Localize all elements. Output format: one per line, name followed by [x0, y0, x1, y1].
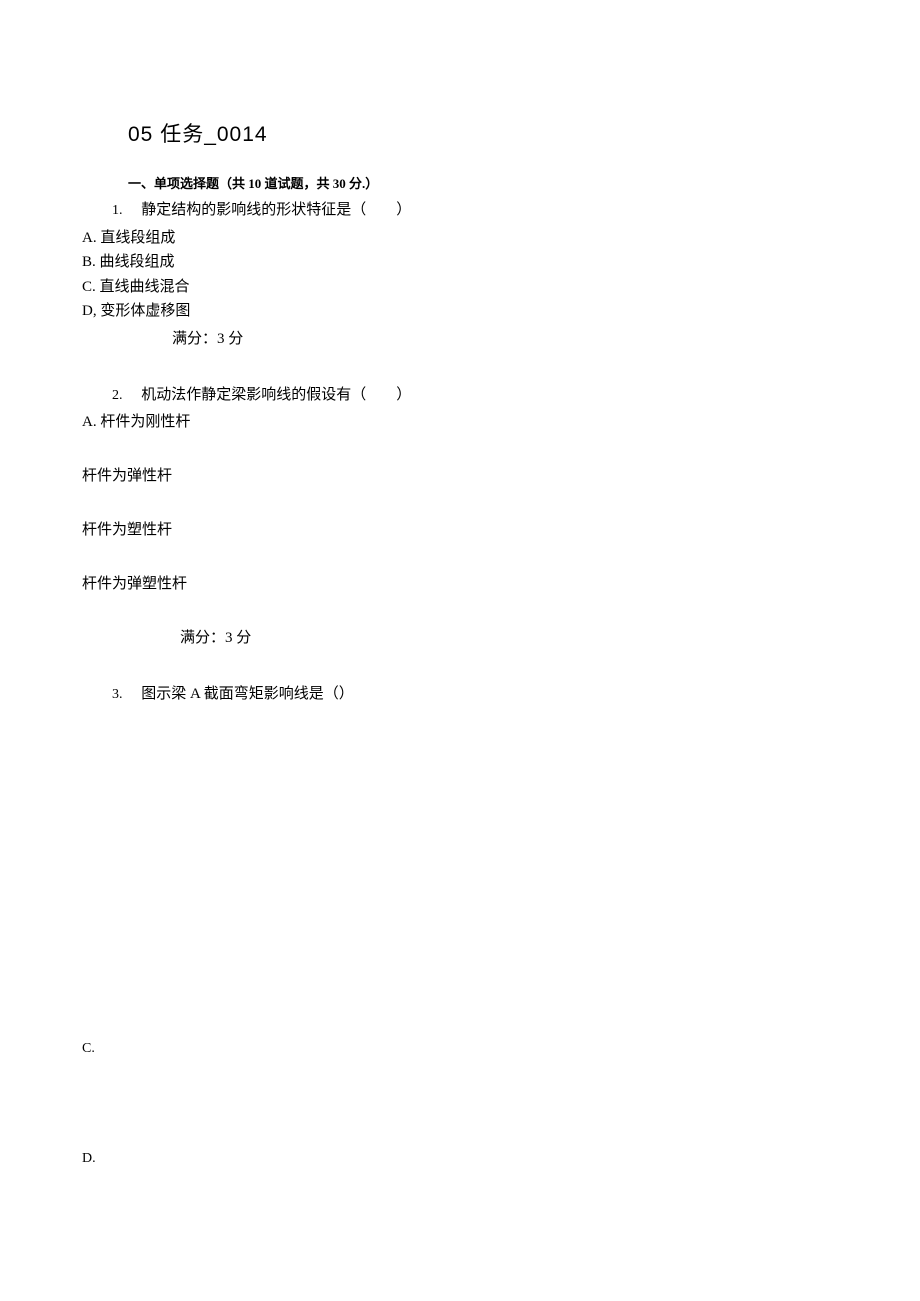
- question-number: 2.: [112, 385, 123, 407]
- option-d: D.: [82, 1148, 838, 1170]
- page-title: 05 任务_0014: [128, 118, 838, 152]
- document-body: 05 任务_0014 一、单项选择题（共 10 道试题，共 30 分.） 1. …: [0, 0, 920, 1171]
- option-b: B. 曲线段组成: [82, 251, 838, 274]
- question-text: 图示梁 A 截面弯矩影响线是（）: [141, 686, 354, 702]
- question-1: 1. 静定结构的影响线的形状特征是（ ）: [112, 198, 838, 222]
- section-header: 一、单项选择题（共 10 道试题，共 30 分.）: [128, 174, 838, 195]
- figure-placeholder: [82, 710, 838, 950]
- option-c: C. 直线曲线混合: [82, 276, 838, 299]
- score-line: 满分：3 分: [180, 626, 838, 650]
- option-c: 杆件为塑性杆: [82, 518, 838, 542]
- question-text: 静定结构的影响线的形状特征是（ ）: [141, 202, 411, 218]
- option-c: C.: [82, 1038, 838, 1060]
- question-number: 1.: [112, 200, 123, 222]
- question-2: 2. 机动法作静定梁影响线的假设有（ ）: [112, 383, 838, 407]
- option-b: 杆件为弹性杆: [82, 464, 838, 488]
- option-d: 杆件为弹塑性杆: [82, 572, 838, 596]
- question-3: 3. 图示梁 A 截面弯矩影响线是（）: [112, 682, 838, 706]
- option-d: D, 变形体虚移图: [82, 300, 838, 323]
- question-number: 3.: [112, 684, 123, 706]
- score-line: 满分：3 分: [172, 327, 838, 351]
- option-a: A. 直线段组成: [82, 227, 838, 250]
- option-a: A. 杆件为刚性杆: [82, 411, 838, 434]
- question-text: 机动法作静定梁影响线的假设有（ ）: [141, 387, 411, 403]
